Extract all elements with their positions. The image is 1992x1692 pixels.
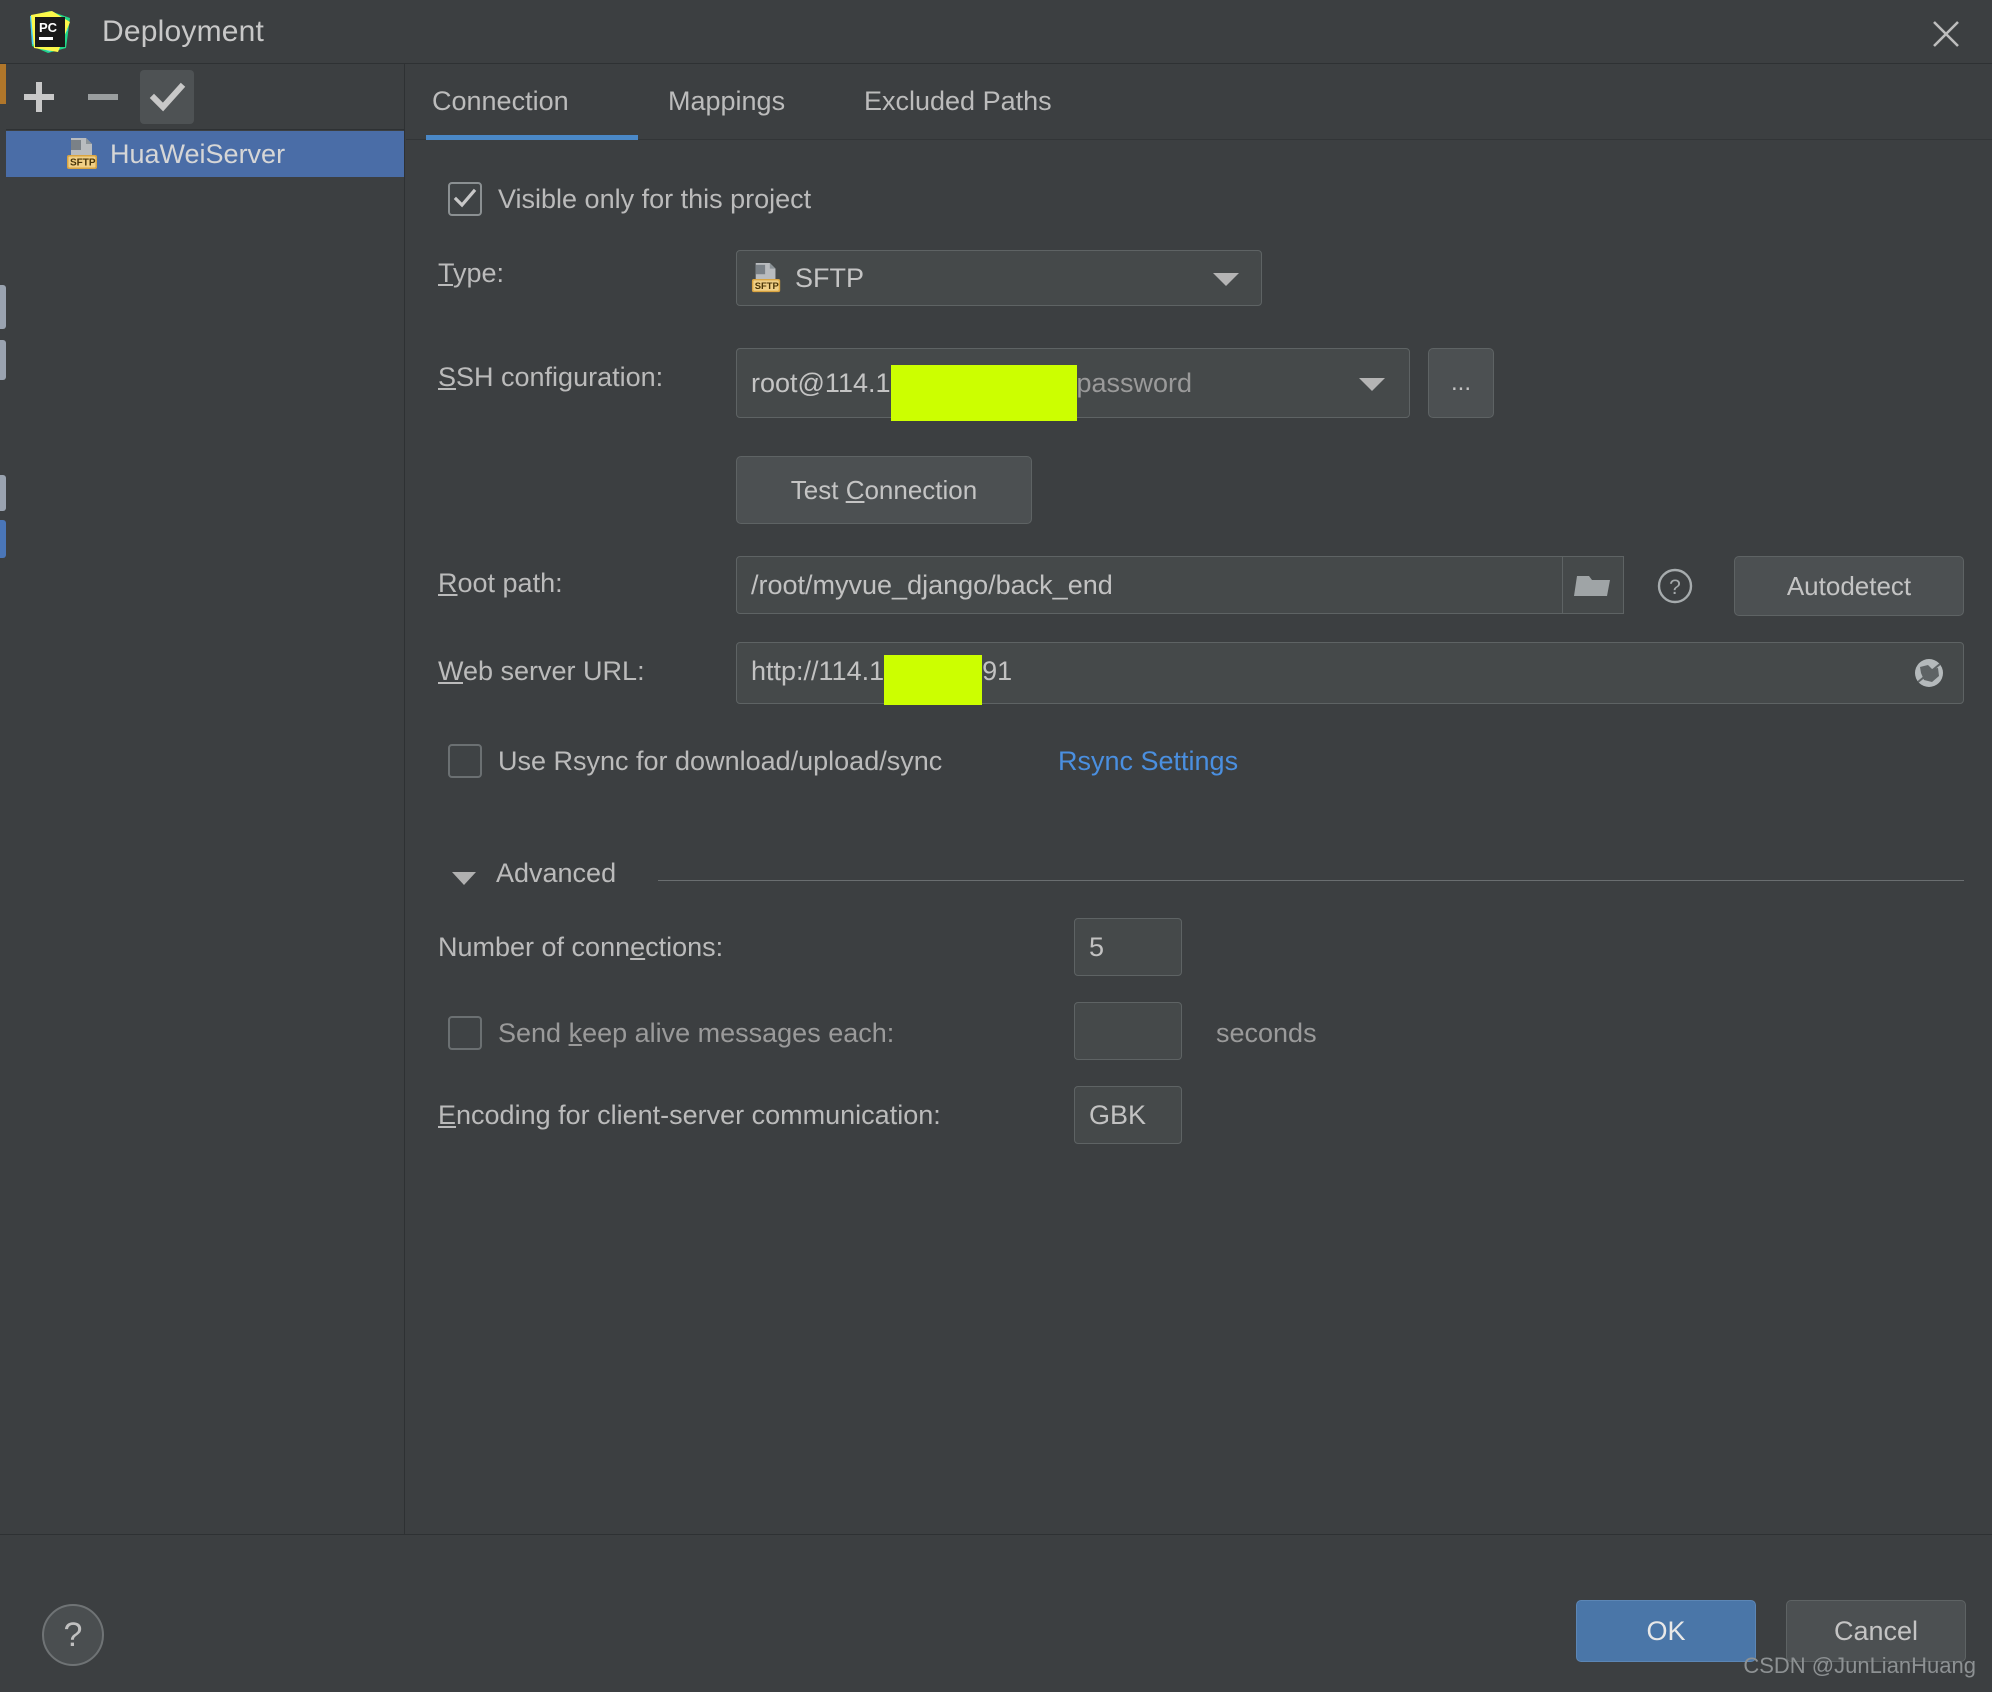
chevron-down-icon[interactable] [1359,378,1385,391]
watermark: CSDN @JunLianHuang [1743,1653,1976,1678]
tab-active-indicator [426,135,638,140]
add-server-button[interactable] [12,70,66,124]
rsync-settings-link[interactable]: Rsync Settings [1058,744,1238,778]
title-bar: PC Deployment [0,0,1992,64]
svg-text:SFTP: SFTP [755,280,779,291]
web-server-url-label: Web server URL: [438,656,645,686]
deployment-dialog: PC Deployment SFTP HuaWeiServer Connecti… [0,0,1992,1692]
server-list-toolbar [6,64,404,130]
visible-only-label: Visible only for this project [498,184,812,214]
root-path-help-icon[interactable]: ? [1655,566,1695,606]
encoding-label: Encoding for client-server communication… [438,1100,941,1130]
sidebar-item-huaweiserver[interactable]: SFTP HuaWeiServer [6,131,404,177]
redaction-block-ssh [890,364,1077,421]
server-list-sidebar: SFTP HuaWeiServer [6,64,405,1534]
number-of-connections-input[interactable]: 5 [1074,918,1182,976]
window-title: Deployment [102,15,265,48]
svg-text:SFTP: SFTP [70,158,96,169]
remove-server-button[interactable] [76,70,130,124]
type-value: SFTP [795,263,865,293]
pycharm-logo-icon: PC [28,10,72,54]
autodetect-button[interactable]: Autodetect [1734,556,1964,616]
root-path-label: Root path: [438,568,563,598]
set-default-server-button[interactable] [140,70,194,124]
ssh-configuration-label-rest: SH configuration: [456,362,664,392]
ssh-configuration-combobox[interactable]: root@114.1 password [736,348,1410,421]
root-path-input[interactable]: /root/myvue_django/back_end [736,556,1624,614]
tab-excluded-paths[interactable]: Excluded Paths [860,64,1056,138]
folder-icon[interactable] [1562,556,1624,614]
ssh-configuration-label: SSH configuration: [438,362,664,392]
close-icon[interactable] [1908,0,1984,62]
ssh-configuration-more-button[interactable]: ... [1428,348,1494,418]
ssh-config-value-prefix: root@114.1 [751,368,891,398]
advanced-section-label[interactable]: Advanced [496,858,616,889]
tab-mappings[interactable]: Mappings [664,64,789,138]
visible-only-checkbox[interactable] [448,182,482,216]
sidebar-item-label: HuaWeiServer [110,139,286,169]
web-server-url-value-suffix: 91 [982,656,1013,687]
use-rsync-checkbox[interactable] [448,744,482,778]
keep-alive-interval-input[interactable] [1074,1002,1182,1060]
tab-bar: Connection Mappings Excluded Paths [406,64,1992,140]
chevron-down-icon[interactable] [452,872,476,885]
web-server-url-value-prefix: http://114.1 [751,656,885,687]
test-connection-button[interactable]: Test Connection [736,456,1032,524]
chevron-down-icon[interactable] [1213,273,1239,286]
advanced-separator [658,880,1964,881]
svg-text:?: ? [1669,576,1681,599]
number-of-connections-label: Number of connections: [438,932,724,962]
number-of-connections-value: 5 [1089,931,1105,962]
web-server-url-input[interactable]: http://114.1 91 [736,642,1964,705]
globe-icon[interactable] [1898,644,1960,702]
type-label: Type: [438,258,505,288]
keep-alive-checkbox[interactable] [448,1016,482,1050]
web-server-url-label-rest: eb server URL: [463,656,645,686]
type-label-rest: ype: [453,258,505,288]
keep-alive-label: Send keep alive messages each: [498,1018,895,1048]
keep-alive-unit-label: seconds [1216,1018,1317,1048]
type-combobox[interactable]: SFTP SFTP [736,250,1262,306]
svg-text:PC: PC [39,20,58,35]
root-path-value: /root/myvue_django/back_end [751,569,1113,600]
ok-button[interactable]: OK [1576,1600,1756,1662]
encoding-input[interactable]: GBK [1074,1086,1182,1144]
tab-connection[interactable]: Connection [428,64,573,138]
redaction-block-url [884,655,983,705]
sftp-file-icon: SFTP [751,262,783,301]
help-icon[interactable]: ? [42,1604,104,1666]
encoding-value: GBK [1089,1099,1147,1130]
sftp-file-icon: SFTP [66,138,100,170]
test-connection-label: Test Connection [790,474,978,505]
use-rsync-label: Use Rsync for download/upload/sync [498,746,943,776]
root-path-label-rest: oot path: [457,568,563,598]
ssh-config-value-suffix: password [1076,368,1193,398]
